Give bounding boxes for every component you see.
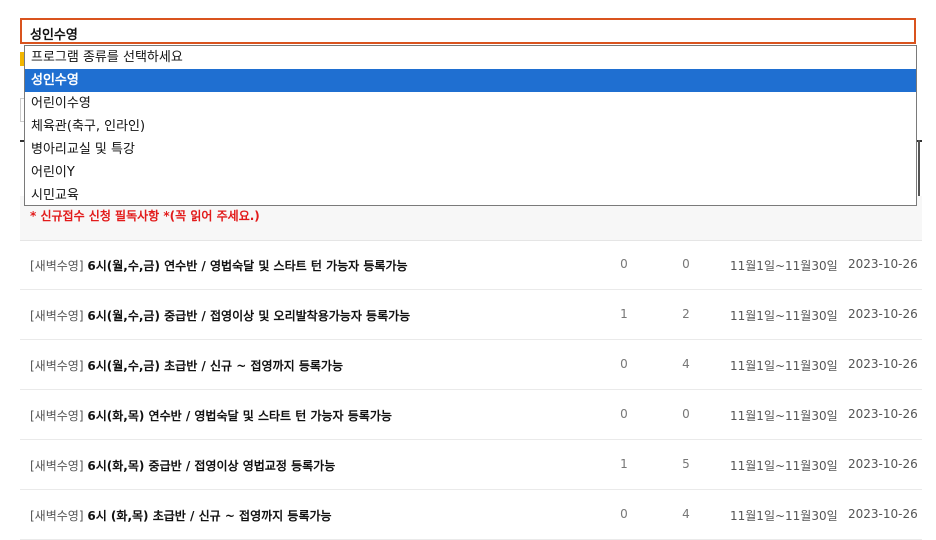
post-date: 2023-10-26: [848, 257, 918, 271]
select-option[interactable]: 어린이수영: [25, 92, 916, 115]
post-date: 2023-10-26: [848, 457, 918, 471]
count-1: 1: [620, 307, 628, 321]
program-name: 6시(화,목) 중급반 / 접영이상 영법교정 등록가능: [87, 459, 336, 473]
post-date: 2023-10-26: [848, 407, 918, 421]
program-title-link[interactable]: [새벽수영] 6시(화,목) 연수반 / 영법숙달 및 스타트 턴 가능자 등록…: [30, 407, 392, 424]
count-1: 0: [620, 407, 628, 421]
program-category: [새벽수영]: [30, 309, 84, 323]
select-option[interactable]: 시민교육: [25, 184, 916, 207]
count-2: 4: [682, 357, 690, 371]
program-period: 11월1일~11월30일: [730, 459, 838, 473]
post-date: 2023-10-26: [848, 307, 918, 321]
program-period: 11월1일~11월30일: [730, 359, 838, 373]
count-1: 1: [620, 457, 628, 471]
program-period: 11월1일~11월30일: [730, 409, 838, 423]
select-options-list[interactable]: 프로그램 종류를 선택하세요 성인수영 어린이수영 체육관(축구, 인라인) 병…: [24, 45, 917, 206]
count-2: 0: [682, 257, 690, 271]
select-current-value: 성인수영: [30, 28, 78, 43]
program-title-link[interactable]: [새벽수영] 6시(월,수,금) 연수반 / 영법숙달 및 스타트 턴 가능자 …: [30, 257, 408, 274]
count-1: 0: [620, 257, 628, 271]
program-name: 6시(월,수,금) 중급반 / 접영이상 및 오리발착용가능자 등록가능: [87, 309, 411, 323]
notice-link[interactable]: * 신규접수 신청 필독사항 *(꼭 읽어 주세요.): [30, 207, 260, 224]
program-name: 6시 (화,목) 초급반 / 신규 ~ 접영까지 등록가능: [87, 509, 332, 523]
count-1: 0: [620, 507, 628, 521]
table-row[interactable]: [새벽수영] 6시(월,수,금) 중급반 / 접영이상 및 오리발착용가능자 등…: [20, 290, 922, 340]
count-1: 0: [620, 357, 628, 371]
table-row[interactable]: [새벽수영] 6시 (화,목) 초급반 / 신규 ~ 접영까지 등록가능 0 4…: [20, 490, 922, 540]
program-category: [새벽수영]: [30, 509, 84, 523]
program-name: 6시(화,목) 연수반 / 영법숙달 및 스타트 턴 가능자 등록가능: [87, 409, 392, 423]
program-title-link[interactable]: [새벽수영] 6시(월,수,금) 초급반 / 신규 ~ 접영까지 등록가능: [30, 357, 343, 374]
select-option[interactable]: 어린이Y: [25, 161, 916, 184]
count-2: 4: [682, 507, 690, 521]
program-period: 11월1일~11월30일: [730, 509, 838, 523]
program-category: [새벽수영]: [30, 259, 84, 273]
table-row[interactable]: [새벽수영] 6시(월,수,금) 초급반 / 신규 ~ 접영까지 등록가능 0 …: [20, 340, 922, 390]
table-row[interactable]: [새벽수영] 6시(화,목) 연수반 / 영법숙달 및 스타트 턴 가능자 등록…: [20, 390, 922, 440]
program-period: 11월1일~11월30일: [730, 259, 838, 273]
table-header-edge: [918, 140, 920, 200]
count-2: 0: [682, 407, 690, 421]
program-name: 6시(월,수,금) 연수반 / 영법숙달 및 스타트 턴 가능자 등록가능: [87, 259, 408, 273]
count-2: 2: [682, 307, 690, 321]
table-row[interactable]: [새벽수영] 6시(월,수,금) 연수반 / 영법숙달 및 스타트 턴 가능자 …: [20, 240, 922, 290]
program-name: 6시(월,수,금) 초급반 / 신규 ~ 접영까지 등록가능: [87, 359, 343, 373]
program-title-link[interactable]: [새벽수영] 6시 (화,목) 초급반 / 신규 ~ 접영까지 등록가능: [30, 507, 332, 524]
select-option[interactable]: 병아리교실 및 특강: [25, 138, 916, 161]
post-date: 2023-10-26: [848, 357, 918, 371]
select-option[interactable]: 체육관(축구, 인라인): [25, 115, 916, 138]
program-title-link[interactable]: [새벽수영] 6시(월,수,금) 중급반 / 접영이상 및 오리발착용가능자 등…: [30, 307, 410, 324]
program-category: [새벽수영]: [30, 459, 84, 473]
program-category: [새벽수영]: [30, 359, 84, 373]
table-row[interactable]: [새벽수영] 6시(화,목) 중급반 / 접영이상 영법교정 등록가능 1 5 …: [20, 440, 922, 490]
count-2: 5: [682, 457, 690, 471]
program-period: 11월1일~11월30일: [730, 309, 838, 323]
program-type-select[interactable]: 성인수영: [20, 18, 916, 44]
program-list: [새벽수영] 6시(월,수,금) 연수반 / 영법숙달 및 스타트 턴 가능자 …: [20, 240, 922, 540]
select-option[interactable]: 프로그램 종류를 선택하세요: [25, 46, 916, 69]
program-title-link[interactable]: [새벽수영] 6시(화,목) 중급반 / 접영이상 영법교정 등록가능: [30, 457, 335, 474]
select-option-selected[interactable]: 성인수영: [25, 69, 916, 92]
program-category: [새벽수영]: [30, 409, 84, 423]
post-date: 2023-10-26: [848, 507, 918, 521]
